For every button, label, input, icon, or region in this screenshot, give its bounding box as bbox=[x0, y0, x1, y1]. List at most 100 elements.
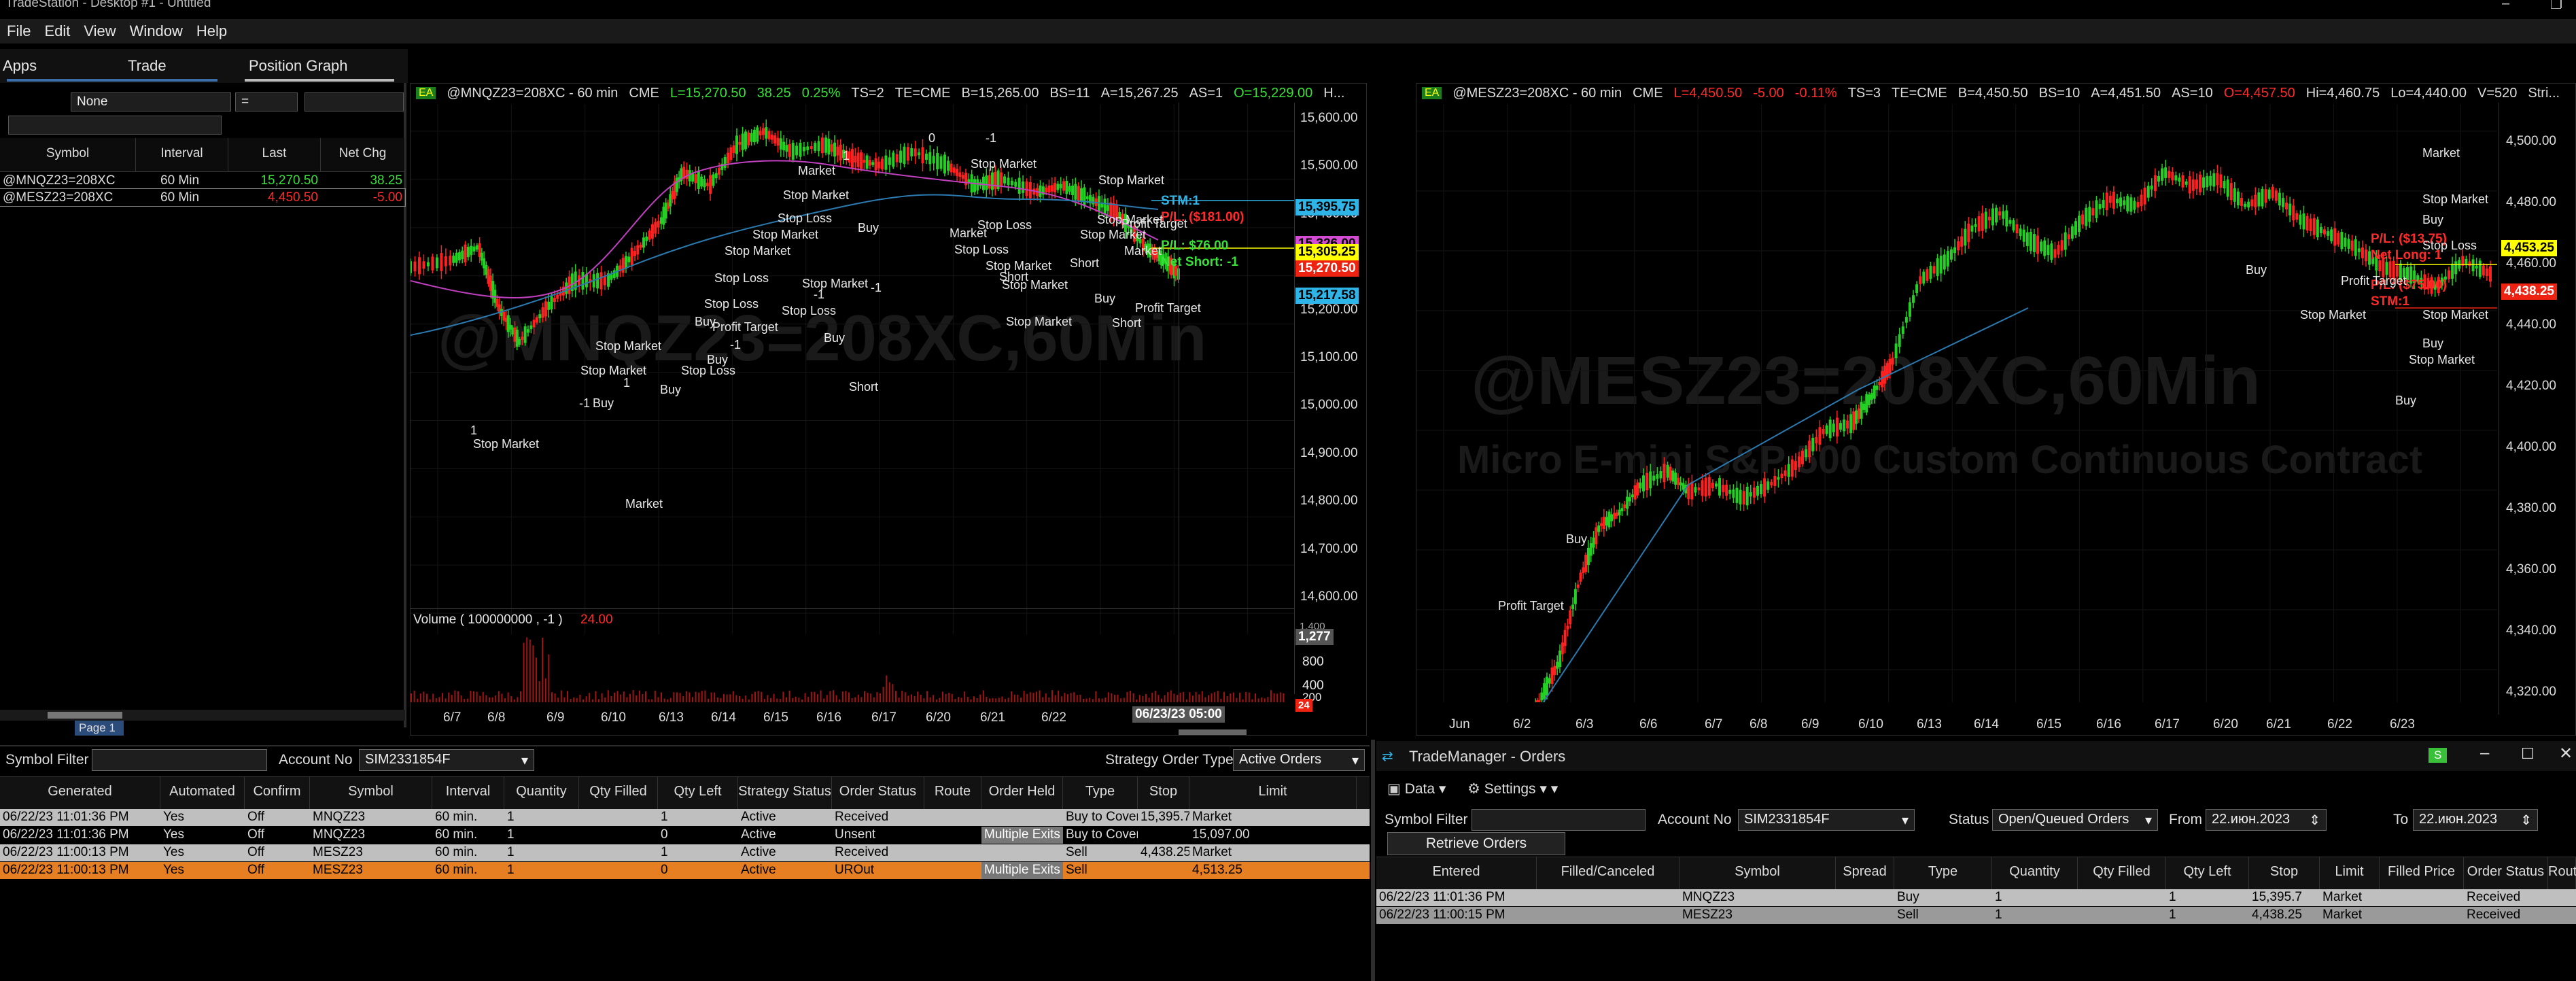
trade-signal-label: -1 bbox=[871, 281, 882, 294]
splitter[interactable] bbox=[1371, 740, 1375, 981]
watchlist-row[interactable]: @MESZ23=208XC 60 Min 4,450.50 -5.00 bbox=[0, 188, 406, 207]
tm-status-badge[interactable]: S bbox=[2429, 748, 2448, 763]
price-axis[interactable]: 15,600.0015,500.0015,400.0015,300.0015,2… bbox=[1294, 103, 1366, 694]
watchlist-symbol-input[interactable] bbox=[8, 116, 222, 135]
minimize-icon[interactable]: – bbox=[2480, 744, 2489, 763]
watchlist-value-input[interactable] bbox=[304, 92, 404, 111]
tm-col-header[interactable]: Qty Left bbox=[2166, 857, 2249, 890]
account-select[interactable]: SIM2331854F ▾ bbox=[1738, 809, 1915, 831]
chart-scrollbar[interactable] bbox=[1179, 729, 1247, 735]
orders-col-header[interactable]: Limit bbox=[1189, 777, 1357, 810]
minimize-icon[interactable]: – bbox=[2502, 0, 2509, 13]
tm-cell: 15,395.7 bbox=[2252, 890, 2302, 904]
candle-body bbox=[1092, 196, 1095, 205]
watchlist-operator-select[interactable]: = bbox=[235, 92, 298, 111]
tm-col-header[interactable]: Symbol bbox=[1679, 857, 1836, 890]
watchlist-filter-select[interactable]: None bbox=[71, 92, 231, 111]
symbol-filter-input[interactable] bbox=[1472, 809, 1646, 831]
col-interval[interactable]: Interval bbox=[136, 138, 228, 171]
status-select[interactable]: Open/Queued Orders ▾ bbox=[1992, 809, 2158, 831]
col-netchg[interactable]: Net Chg bbox=[321, 138, 405, 171]
retrieve-orders-button[interactable]: Retrieve Orders bbox=[1387, 832, 1565, 855]
tm-col-header[interactable]: Route bbox=[2548, 857, 2576, 890]
candle-body bbox=[2347, 239, 2350, 249]
menu-view[interactable]: View bbox=[77, 22, 122, 40]
x-tick: 6/22 bbox=[1041, 710, 1066, 725]
menu-window[interactable]: Window bbox=[123, 22, 190, 40]
volume-bar bbox=[867, 693, 869, 702]
col-symbol[interactable]: Symbol bbox=[0, 138, 136, 171]
tm-col-header[interactable]: Order Status bbox=[2464, 857, 2548, 890]
orders-col-header[interactable]: Automated bbox=[160, 777, 245, 810]
orders-col-header[interactable]: Interval bbox=[432, 777, 504, 810]
orders-col-header[interactable]: Quantity bbox=[504, 777, 579, 810]
candle-body bbox=[1626, 496, 1629, 509]
chart-symbol: @MESZ23=208XC - 60 min bbox=[1452, 85, 1622, 101]
orders-col-header[interactable]: Qty Filled bbox=[579, 777, 658, 810]
close-icon[interactable]: ✕ bbox=[2559, 744, 2573, 763]
tm-settings-menu[interactable]: ⚙ Settings ▾ ▾ bbox=[1467, 780, 1558, 797]
orders-col-header[interactable]: Qty Left bbox=[658, 777, 738, 810]
orders-col-header[interactable]: Order Status bbox=[832, 777, 924, 810]
menu-help[interactable]: Help bbox=[190, 22, 234, 40]
tm-col-header[interactable]: Entered bbox=[1376, 857, 1537, 890]
candle-body bbox=[2229, 183, 2233, 201]
tab-trade[interactable]: Trade bbox=[128, 57, 167, 75]
tm-settings-label: Settings bbox=[1484, 781, 1536, 797]
volume-plot[interactable] bbox=[411, 627, 1294, 702]
volume-bar bbox=[1058, 690, 1060, 702]
volume-bar bbox=[544, 678, 546, 702]
to-date-picker[interactable]: 22.июн.2023 ⇕ bbox=[2413, 809, 2538, 831]
orders-table-row[interactable]: 06/22/23 11:01:36 PM Yes Off MNQZ23 60 min. 1… bbox=[0, 827, 1370, 844]
price-axis[interactable]: 4,500.00 4,480.00 4,460.00 4,440.00 4,420.00… bbox=[2499, 103, 2575, 715]
order-type-select[interactable]: Active Orders ▾ bbox=[1233, 749, 1365, 771]
maximize-icon[interactable]: ❐ bbox=[2550, 0, 2562, 13]
menu-file[interactable]: File bbox=[0, 22, 37, 40]
tm-col-header[interactable]: Type bbox=[1894, 857, 1992, 890]
tm-col-header[interactable]: Quantity bbox=[1992, 857, 2078, 890]
tab-apps[interactable]: Apps bbox=[3, 57, 37, 75]
orders-col-header[interactable]: Stop bbox=[1138, 777, 1189, 810]
candle-body bbox=[1563, 630, 1567, 647]
orders-cell: Off bbox=[247, 863, 264, 877]
page-tab[interactable]: Page 1 bbox=[75, 721, 124, 736]
from-date-picker[interactable]: 22.июн.2023 ⇕ bbox=[2206, 809, 2327, 831]
tm-col-header[interactable]: Spread bbox=[1836, 857, 1894, 890]
tm-col-header[interactable]: Filled/Canceled bbox=[1537, 857, 1679, 890]
volume-bar bbox=[679, 693, 681, 702]
orders-col-header[interactable]: Route bbox=[924, 777, 981, 810]
candle-body bbox=[729, 147, 733, 160]
volume-bar bbox=[651, 699, 653, 702]
account-select[interactable]: SIM2331854F ▾ bbox=[359, 749, 534, 771]
candle-body bbox=[2295, 213, 2299, 220]
orders-col-header[interactable]: Generated bbox=[0, 777, 160, 810]
tm-col-header[interactable]: Limit bbox=[2320, 857, 2380, 890]
tm-col-header[interactable]: Qty Filled bbox=[2078, 857, 2166, 890]
tm-data-menu[interactable]: ▣ Data ▾ bbox=[1387, 780, 1446, 797]
maximize-icon[interactable]: ☐ bbox=[2521, 745, 2535, 763]
watchlist-row[interactable]: @MNQZ23=208XC 60 Min 15,270.50 38.25 bbox=[0, 172, 405, 189]
tm-col-header[interactable]: Filled Price bbox=[2380, 857, 2464, 890]
orders-col-header[interactable]: Type bbox=[1063, 777, 1138, 810]
volume-bar bbox=[745, 695, 747, 702]
col-last[interactable]: Last bbox=[228, 138, 321, 171]
candle-body bbox=[625, 256, 628, 269]
chart-mes[interactable]: EA @MESZ23=208XC - 60 min CME L=4,450.50… bbox=[1416, 83, 2576, 736]
tab-position-graph[interactable]: Position Graph bbox=[249, 57, 348, 75]
tm-table-row[interactable]: 06/22/23 11:00:15 PM MESZ23 Sell 1 1 4,438.25… bbox=[1376, 907, 2576, 924]
symbol-filter-input[interactable] bbox=[92, 749, 267, 771]
orders-col-header[interactable]: Confirm bbox=[245, 777, 310, 810]
orders-table-row[interactable]: 06/22/23 11:01:36 PM Yes Off MNQZ23 60 min. 1… bbox=[0, 809, 1370, 826]
price-plot[interactable] bbox=[1416, 104, 2497, 702]
chart-mnq[interactable]: EA @MNQZ23=208XC - 60 min CME L=15,270.5… bbox=[410, 83, 1367, 736]
orders-col-header[interactable]: Strategy Status bbox=[738, 777, 832, 810]
volume-bar bbox=[432, 693, 434, 702]
watchlist-scrollbar[interactable] bbox=[0, 710, 405, 721]
orders-table-row[interactable]: 06/22/23 11:00:13 PM Yes Off MESZ23 60 min. 1… bbox=[0, 844, 1370, 861]
orders-table-row[interactable]: 06/22/23 11:00:13 PM Yes Off MESZ23 60 min. 1… bbox=[0, 862, 1370, 879]
orders-col-header[interactable]: Symbol bbox=[310, 777, 432, 810]
tm-col-header[interactable]: Stop bbox=[2249, 857, 2320, 890]
menu-edit[interactable]: Edit bbox=[37, 22, 77, 40]
tm-table-row[interactable]: 06/22/23 11:01:36 PM MNQZ23 Buy 1 1 15,395.7 M… bbox=[1376, 889, 2576, 906]
orders-col-header[interactable]: Order Held bbox=[981, 777, 1063, 810]
